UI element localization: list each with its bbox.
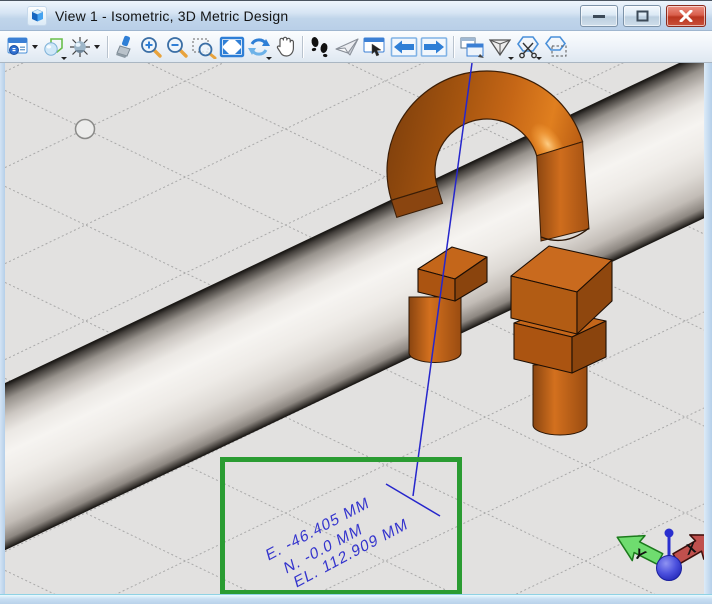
view-attributes-dropdown-icon[interactable]: [32, 44, 38, 49]
rotate-view-icon: [248, 37, 270, 56]
fly-button[interactable]: [333, 33, 361, 61]
walk-icon: [311, 36, 328, 57]
walk-button[interactable]: [307, 33, 333, 61]
view-attributes-button[interactable]: [5, 33, 31, 61]
leader-tick: [385, 483, 441, 517]
view-next-icon: [420, 36, 448, 57]
clip-mask-button[interactable]: [514, 33, 542, 61]
clip-mask-icon: [517, 35, 539, 58]
adjust-brightness-dropdown-icon[interactable]: [94, 44, 100, 49]
navigate-view-icon: [363, 37, 385, 56]
navigate-view-button[interactable]: [361, 33, 389, 61]
update-view-icon: [116, 35, 131, 58]
clip-boundary-icon: [544, 35, 567, 56]
title-bar[interactable]: View 1 - Isometric, 3D Metric Design: [0, 1, 712, 31]
adjust-brightness-icon: [70, 36, 90, 57]
window-border-left[interactable]: [0, 63, 5, 594]
fly-icon: [335, 38, 359, 55]
view-previous-button[interactable]: [389, 33, 419, 61]
window-title: View 1 - Isometric, 3D Metric Design: [55, 7, 289, 24]
window-border-bottom[interactable]: [0, 594, 712, 604]
right-rod-end: [532, 364, 588, 436]
z-axis-ball: [656, 555, 682, 581]
clip-volume-button[interactable]: [486, 33, 514, 61]
view-next-button[interactable]: [419, 33, 449, 61]
z-axis-tip: [664, 528, 674, 538]
view-cube-icon: [27, 5, 47, 26]
clip-volume-icon: [488, 38, 512, 56]
scene: E. -46.405 MM N. -0.0 MM EL. 112.909 MM …: [5, 63, 704, 594]
window-border-right[interactable]: [704, 63, 712, 594]
pan-view-icon: [276, 36, 294, 57]
view-toolbar: [0, 31, 712, 63]
update-view-button[interactable]: [112, 33, 138, 61]
grid-reference-handle[interactable]: [74, 118, 96, 140]
adjust-brightness-button[interactable]: [67, 33, 93, 61]
rotate-view-button[interactable]: [246, 33, 272, 61]
axis-triad: Y X: [616, 528, 704, 581]
minimize-button[interactable]: [580, 5, 618, 27]
display-style-button[interactable]: [41, 33, 67, 61]
maximize-button[interactable]: [623, 5, 661, 27]
toolbar-separator: [302, 35, 303, 58]
u-bolt-right-rod: [536, 141, 590, 242]
copy-view-button[interactable]: [458, 33, 486, 61]
view-attributes-icon: [7, 37, 28, 55]
view-canvas[interactable]: E. -46.405 MM N. -0.0 MM EL. 112.909 MM …: [5, 63, 704, 594]
view-previous-icon: [390, 36, 418, 57]
fit-view-button[interactable]: [218, 33, 246, 61]
window-area-button[interactable]: [190, 33, 218, 61]
toolbar-separator: [453, 35, 454, 58]
view-window: View 1 - Isometric, 3D Metric Design E. …: [0, 0, 712, 604]
toolbar-separator: [107, 35, 108, 58]
zoom-in-button[interactable]: [138, 33, 164, 61]
fit-view-icon: [219, 36, 245, 57]
window-area-icon: [192, 38, 217, 59]
zoom-in-icon: [141, 36, 162, 58]
zoom-out-button[interactable]: [164, 33, 190, 61]
zoom-out-icon: [167, 36, 188, 58]
clip-boundary-button[interactable]: [542, 33, 570, 61]
copy-view-icon: [460, 37, 484, 58]
close-button[interactable]: [666, 5, 706, 27]
pan-view-button[interactable]: [272, 33, 298, 61]
display-style-icon: [44, 37, 63, 56]
